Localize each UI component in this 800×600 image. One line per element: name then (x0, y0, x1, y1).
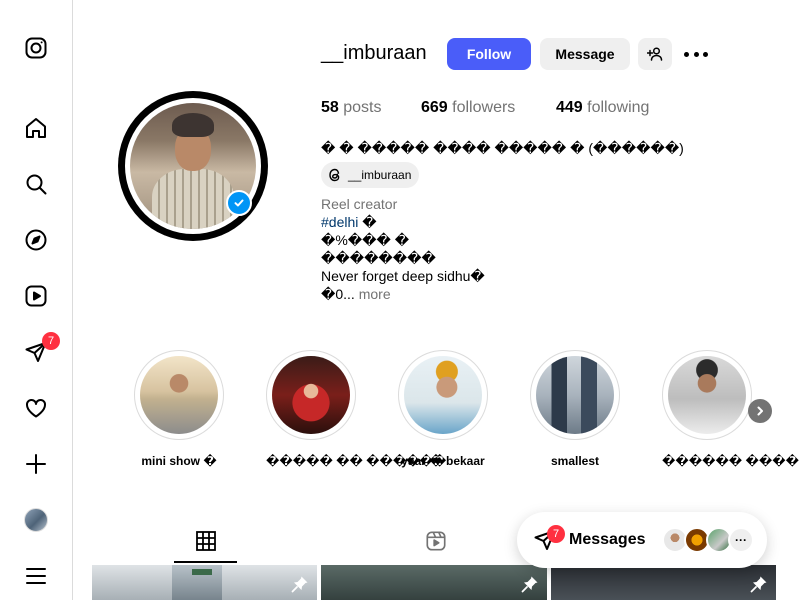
add-user-icon (647, 47, 663, 61)
highlight-label: mini show � (141, 454, 217, 468)
following-link[interactable]: 449 following (556, 99, 649, 117)
highlight-label: yaar � bekaar (401, 454, 485, 468)
create-plus-icon[interactable] (22, 450, 50, 478)
messages-badge: 7 (42, 332, 60, 350)
post-thumbnail[interactable] (551, 565, 776, 600)
explore-icon[interactable] (22, 226, 50, 254)
story-highlight[interactable]: ����� �� ������ (266, 350, 447, 468)
messages-widget-badge: 7 (547, 525, 565, 543)
bio-hashtag-suffix: � (358, 214, 377, 230)
suggested-users-button[interactable] (638, 38, 672, 70)
verified-badge-icon (226, 190, 252, 216)
messages-avatars: ··· (662, 527, 754, 553)
posts-count: 58 posts (321, 99, 382, 116)
photo-turban (172, 113, 214, 137)
photo-shirt (152, 169, 234, 229)
more-menu-icon[interactable] (22, 562, 50, 590)
highlight-label: ����� �� ������ (266, 454, 447, 468)
followers-link[interactable]: 669 followers (421, 99, 515, 117)
post-thumbnail[interactable] (321, 565, 547, 600)
highlight-label: smallest (550, 454, 600, 468)
profile-username: __imburaan (321, 42, 427, 64)
highlight-thumbnail (140, 356, 218, 434)
tab-posts[interactable] (174, 520, 237, 562)
highlight-ring (266, 350, 356, 440)
sidebar: 7 (0, 0, 73, 600)
reels-icon (425, 531, 446, 551)
bio-line: Never forget deep sidhu� (321, 268, 485, 284)
grid-icon (195, 531, 216, 551)
highlight-thumbnail (668, 356, 746, 434)
notifications-heart-icon[interactable] (22, 394, 50, 422)
highlight-label: ������ ���� (662, 454, 799, 468)
pinned-icon (750, 576, 767, 593)
highlight-ring (398, 350, 488, 440)
profile-picture[interactable] (118, 91, 268, 241)
hashtag-delhi[interactable]: #delhi (321, 214, 358, 230)
highlights-next-button[interactable] (748, 399, 772, 423)
bio-category: Reel creator (321, 196, 398, 212)
highlight-thumbnail (404, 356, 482, 434)
search-icon[interactable] (22, 170, 50, 198)
home-icon[interactable] (22, 114, 50, 142)
follow-button[interactable]: Follow (447, 38, 531, 70)
highlight-ring (134, 350, 224, 440)
story-highlight[interactable]: smallest (530, 350, 620, 468)
active-tab-indicator (174, 561, 237, 563)
profile-avatar[interactable] (22, 506, 50, 534)
bio-truncated-text: �0... (321, 286, 355, 302)
post-thumbnail[interactable] (92, 565, 317, 600)
pinned-icon (521, 576, 538, 593)
highlight-thumbnail (272, 356, 350, 434)
story-highlight[interactable]: yaar � bekaar (398, 350, 488, 468)
more-avatars-indicator: ··· (728, 527, 754, 553)
bio-hashtag-line: #delhi � (321, 214, 377, 231)
chevron-right-icon (757, 406, 763, 416)
message-button[interactable]: Message (540, 38, 630, 70)
threads-handle: __imburaan (348, 168, 412, 182)
highlight-thumbnail (536, 356, 614, 434)
bio-line-truncated: �0... more (321, 286, 391, 303)
highlight-ring (662, 350, 752, 440)
threads-link[interactable]: __imburaan (321, 162, 420, 188)
bio-name-line: � � ����� ���� ����� � (������) (321, 140, 684, 156)
highlight-ring (530, 350, 620, 440)
threads-icon (329, 168, 340, 182)
messages-label: Messages (569, 531, 646, 548)
instagram-logo-icon[interactable] (22, 34, 50, 62)
story-highlight[interactable]: ������ ���� (662, 350, 799, 468)
reels-icon[interactable] (22, 282, 50, 310)
tab-reels[interactable] (404, 520, 467, 562)
pinned-icon (291, 576, 308, 593)
avatar (24, 508, 48, 532)
messages-icon[interactable]: 7 (22, 332, 60, 366)
bio-line: �%��� � (321, 232, 410, 248)
bio-more-link[interactable]: more (359, 286, 391, 302)
post-sign-shape (192, 569, 212, 575)
more-options-icon[interactable] (684, 44, 708, 64)
bio-line: �������� (321, 250, 436, 266)
story-highlight[interactable]: mini show � (134, 350, 224, 468)
